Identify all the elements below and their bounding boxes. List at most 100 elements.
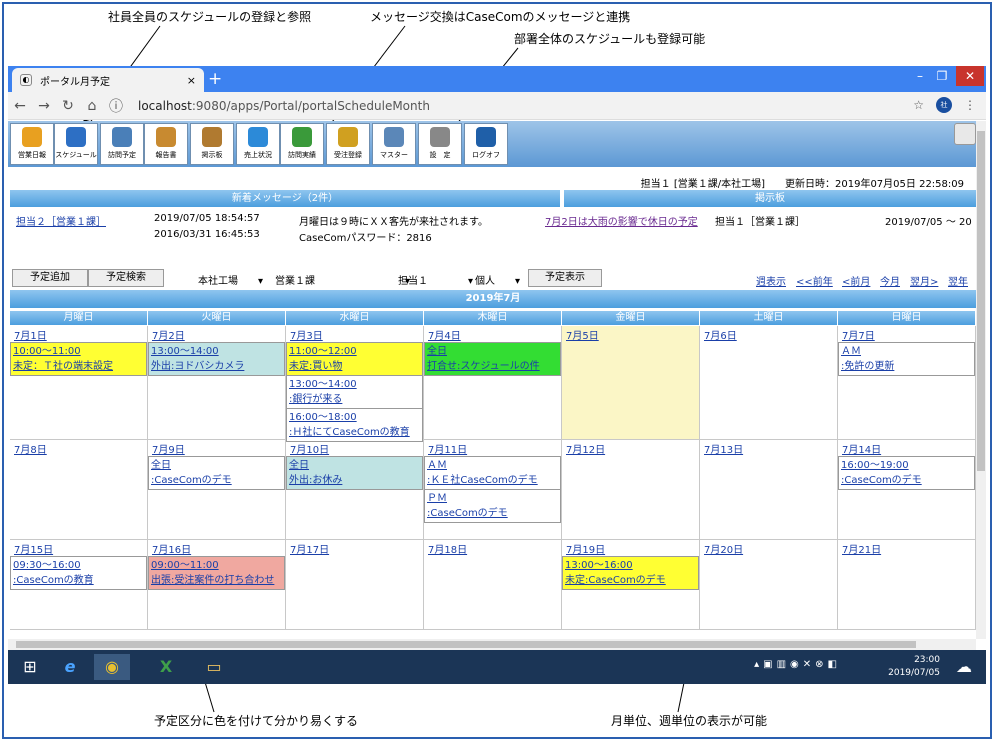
schedule-event[interactable]: 13:00～14:00 外出:ヨドバシカメラ bbox=[148, 342, 285, 376]
schedule-event[interactable]: 09:00～11:00 出張:受注案件の打ち合わせ bbox=[148, 556, 285, 590]
url-input[interactable]: localhost:9080/apps/Portal/portalSchedul… bbox=[138, 99, 430, 113]
event-title[interactable]: :銀行が来る bbox=[289, 392, 420, 407]
day-link[interactable]: 7月13日 bbox=[704, 441, 743, 456]
toolbar-button-1[interactable]: 営業日報 bbox=[10, 123, 54, 165]
day-cell[interactable]: 7月16日 09:00～11:00 出張:受注案件の打ち合わせ bbox=[148, 540, 286, 630]
event-title[interactable]: 打合せ:スケジュールの件 bbox=[427, 359, 558, 374]
event-title[interactable]: :CaseComのデモ bbox=[427, 506, 558, 521]
event-time[interactable]: 全日 bbox=[427, 344, 558, 359]
day-cell[interactable]: 7月14日 16:00～19:00:CaseComのデモ bbox=[838, 440, 976, 540]
day-link[interactable]: 7月20日 bbox=[704, 541, 743, 556]
day-link[interactable]: 7月6日 bbox=[704, 327, 737, 342]
event-time[interactable]: ＰＭ bbox=[427, 491, 558, 506]
day-link[interactable]: 7月19日 bbox=[566, 541, 605, 556]
schedule-event[interactable]: 16:00～18:00:Ｈ社にてCaseComの教育 bbox=[286, 408, 423, 442]
day-link[interactable]: 7月4日 bbox=[428, 327, 461, 342]
day-cell[interactable]: 7月1日 10:00～11:00 未定：Ｔ社の端末設定 bbox=[10, 326, 148, 440]
toolbar-button-10[interactable]: 設 定 bbox=[418, 123, 462, 165]
ie-icon[interactable]: e bbox=[52, 654, 88, 680]
toolbar-button-6[interactable]: 売上状況 bbox=[236, 123, 280, 165]
day-cell[interactable]: 7月21日 bbox=[838, 540, 976, 630]
show-schedule-button[interactable]: 予定表示 bbox=[528, 269, 602, 287]
event-title[interactable]: :CaseComのデモ bbox=[151, 473, 282, 488]
schedule-event[interactable]: 10:00～11:00 未定：Ｔ社の端末設定 bbox=[10, 342, 147, 376]
search-schedule-button[interactable]: 予定検索 bbox=[88, 269, 164, 287]
trash-icon[interactable] bbox=[954, 123, 976, 145]
day-link[interactable]: 7月9日 bbox=[152, 441, 185, 456]
event-title[interactable]: :CaseComのデモ bbox=[841, 473, 972, 488]
day-link[interactable]: 7月21日 bbox=[842, 541, 881, 556]
day-cell[interactable]: 7月13日 bbox=[700, 440, 838, 540]
toolbar-button-5[interactable]: 掲示板 bbox=[190, 123, 234, 165]
toolbar-button-9[interactable]: マスター bbox=[372, 123, 416, 165]
event-time[interactable]: 全日 bbox=[289, 458, 420, 473]
board-item-link[interactable]: 7月2日は大雨の影響で休日の予定 bbox=[545, 213, 698, 228]
schedule-event[interactable]: ＰＭ:CaseComのデモ bbox=[424, 489, 561, 523]
event-time[interactable]: 16:00～19:00 bbox=[841, 458, 972, 473]
message-sender-link[interactable]: 担当２［営業１課］ bbox=[16, 213, 106, 228]
day-link[interactable]: 7月2日 bbox=[152, 327, 185, 342]
forward-icon[interactable]: → bbox=[32, 98, 56, 114]
this-month-link[interactable]: 今月 bbox=[880, 273, 900, 288]
day-cell[interactable]: 7月10日 全日 外出:お休み bbox=[286, 440, 424, 540]
next-month-link[interactable]: 翌月> bbox=[910, 273, 938, 288]
schedule-event[interactable]: 全日 打合せ:スケジュールの件 bbox=[424, 342, 561, 376]
day-cell[interactable]: 7月8日 bbox=[10, 440, 148, 540]
day-cell[interactable]: 7月19日 13:00～16:00 未定:CaseComのデモ bbox=[562, 540, 700, 630]
event-time[interactable]: ＡＭ bbox=[841, 344, 972, 359]
day-link[interactable]: 7月17日 bbox=[290, 541, 329, 556]
day-cell[interactable]: 7月15日 09:30～16:00:CaseComの教育 bbox=[10, 540, 148, 630]
toolbar-button-4[interactable]: 報告書 bbox=[144, 123, 188, 165]
day-cell[interactable]: 7月7日 ＡＭ:免許の更新 bbox=[838, 326, 976, 440]
event-title[interactable]: :免許の更新 bbox=[841, 359, 972, 374]
event-time[interactable]: 09:30～16:00 bbox=[13, 558, 144, 573]
day-link[interactable]: 7月16日 bbox=[152, 541, 191, 556]
horizontal-scrollbar[interactable] bbox=[8, 639, 976, 650]
day-cell[interactable]: 7月4日 全日 打合せ:スケジュールの件 bbox=[424, 326, 562, 440]
schedule-event[interactable]: 全日:CaseComのデモ bbox=[148, 456, 285, 490]
day-link[interactable]: 7月3日 bbox=[290, 327, 323, 342]
event-time[interactable]: 10:00～11:00 bbox=[13, 344, 144, 359]
day-cell[interactable]: 7月11日 ＡＭ:ＫＥ社CaseComのデモ ＰＭ:CaseComのデモ bbox=[424, 440, 562, 540]
windows-start-icon[interactable]: ⊞ bbox=[12, 654, 48, 680]
prev-month-link[interactable]: <前月 bbox=[842, 273, 870, 288]
toolbar-button-11[interactable]: ログオフ bbox=[464, 123, 508, 165]
site-select[interactable]: 本社工場 ▾ bbox=[198, 272, 263, 287]
day-cell[interactable]: 7月2日 13:00～14:00 外出:ヨドバシカメラ bbox=[148, 326, 286, 440]
event-time[interactable]: 全日 bbox=[151, 458, 282, 473]
event-time[interactable]: 11:00～12:00 bbox=[289, 344, 420, 359]
toolbar-button-2[interactable]: スケジュール bbox=[54, 123, 98, 165]
window-close-button[interactable]: ✕ bbox=[956, 66, 984, 86]
day-link[interactable]: 7月1日 bbox=[14, 327, 47, 342]
day-cell[interactable]: 7月6日 bbox=[700, 326, 838, 440]
reload-icon[interactable]: ↻ bbox=[56, 98, 80, 114]
department-select[interactable]: 営業１課 ▾ bbox=[275, 272, 410, 287]
tab-close-icon[interactable]: × bbox=[187, 74, 196, 87]
day-cell[interactable]: 7月18日 bbox=[424, 540, 562, 630]
toolbar-button-8[interactable]: 受注登録 bbox=[326, 123, 370, 165]
prev-year-link[interactable]: <<前年 bbox=[796, 273, 833, 288]
event-title[interactable]: 未定:CaseComのデモ bbox=[565, 573, 696, 588]
schedule-event[interactable]: 11:00～12:00 未定:買い物 bbox=[286, 342, 423, 376]
folder-icon[interactable]: ▭ bbox=[196, 654, 232, 680]
event-title[interactable]: 外出:ヨドバシカメラ bbox=[151, 359, 282, 374]
browser-tab[interactable]: ◐ ポータル月予定 × bbox=[12, 68, 204, 92]
event-time[interactable]: ＡＭ bbox=[427, 458, 558, 473]
add-schedule-button[interactable]: 予定追加 bbox=[12, 269, 88, 287]
event-title[interactable]: 未定:買い物 bbox=[289, 359, 420, 374]
day-link[interactable]: 7月5日 bbox=[566, 327, 599, 342]
schedule-event[interactable]: 13:00～14:00:銀行が来る bbox=[286, 375, 423, 409]
event-time[interactable]: 13:00～14:00 bbox=[289, 377, 420, 392]
bookmark-star-icon[interactable]: ☆ bbox=[913, 98, 924, 112]
event-title[interactable]: :Ｈ社にてCaseComの教育 bbox=[289, 425, 420, 440]
maximize-button[interactable]: ❐ bbox=[928, 66, 956, 86]
toolbar-button-3[interactable]: 訪問予定 bbox=[100, 123, 144, 165]
day-cell[interactable]: 7月3日 11:00～12:00 未定:買い物 13:00～14:00:銀行が来る 16… bbox=[286, 326, 424, 442]
day-cell[interactable]: 7月17日 bbox=[286, 540, 424, 630]
chrome-icon[interactable]: ◉ bbox=[94, 654, 130, 680]
day-link[interactable]: 7月8日 bbox=[14, 441, 47, 456]
schedule-event[interactable]: 16:00～19:00:CaseComのデモ bbox=[838, 456, 975, 490]
day-cell[interactable]: 7月20日 bbox=[700, 540, 838, 630]
day-cell[interactable]: 7月12日 bbox=[562, 440, 700, 540]
back-icon[interactable]: ← bbox=[8, 98, 32, 114]
